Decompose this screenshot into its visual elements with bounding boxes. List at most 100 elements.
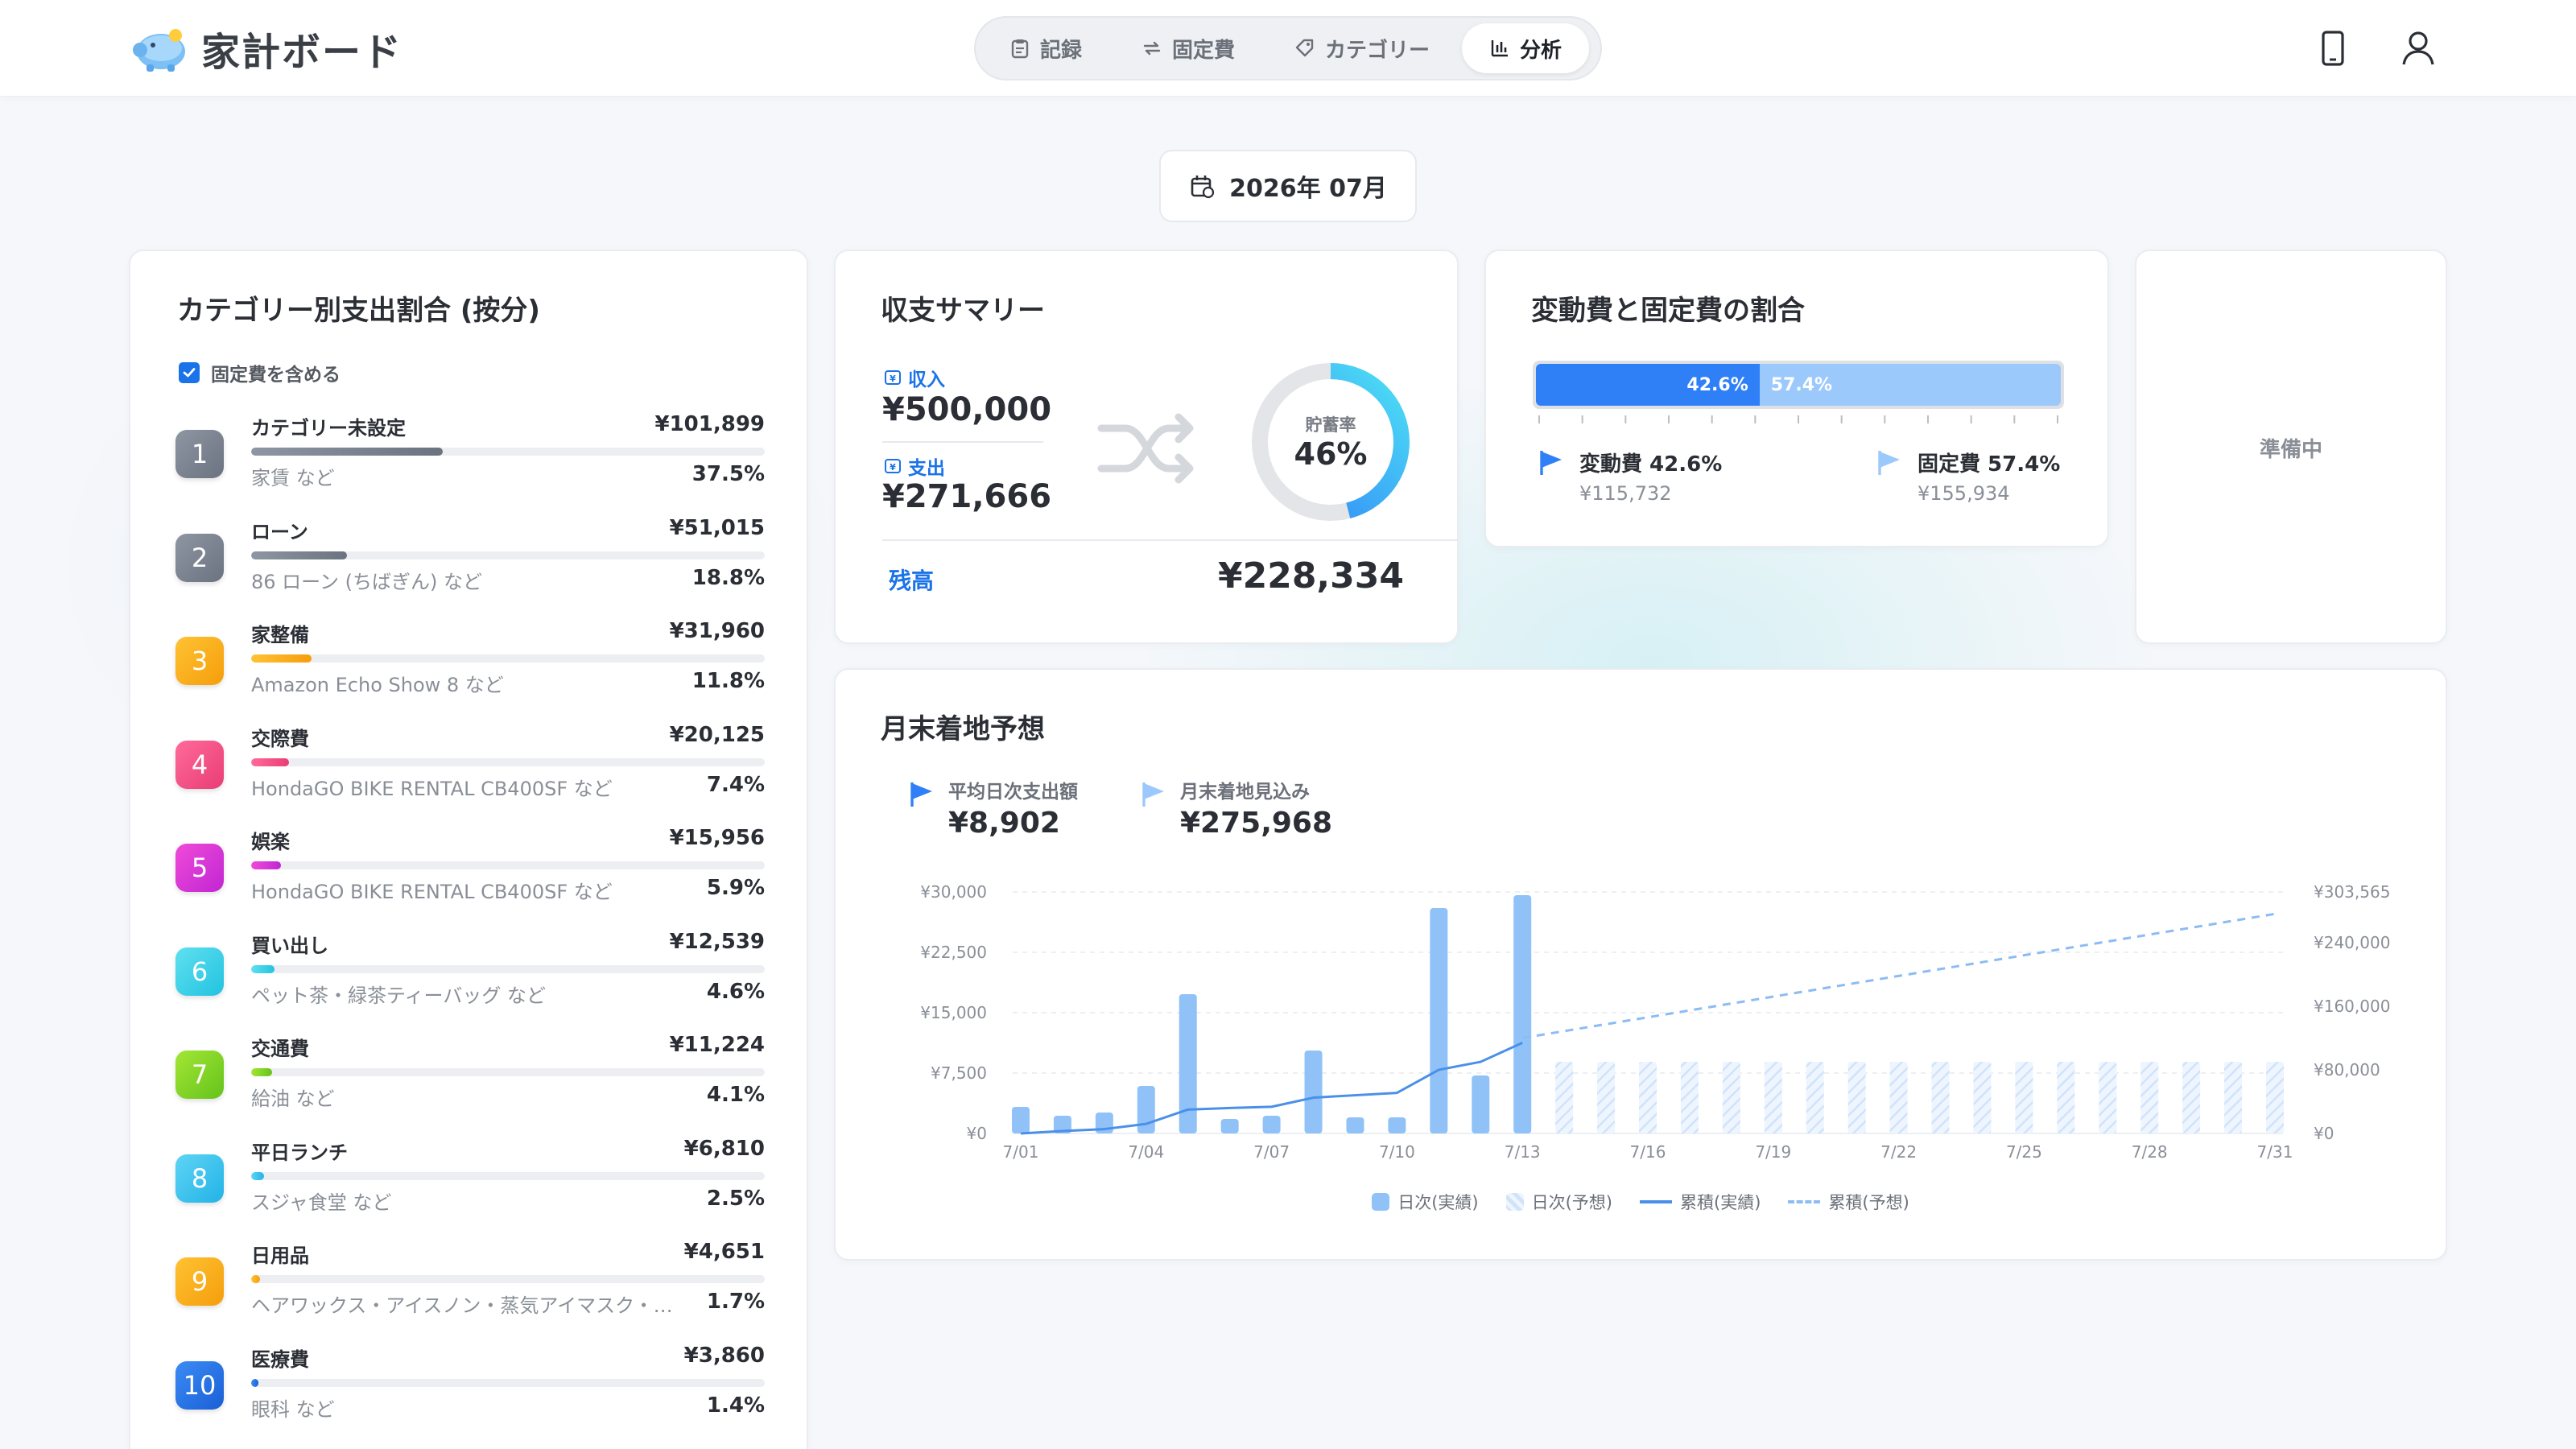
legend-daily-actual[interactable]: 日次(実績) <box>1372 1190 1479 1214</box>
category-row[interactable]: 8 平日ランチ ¥6,810 スジャ食堂 など 2.5% <box>175 1137 765 1225</box>
fixed-cost-amount: ¥155,934 <box>1918 482 2010 505</box>
category-row[interactable]: 9 日用品 ¥4,651 ヘアワックス・アイスノン・蒸気アイマスク・… 1.7% <box>175 1240 765 1328</box>
category-percent: 1.4% <box>706 1393 765 1418</box>
daily-forecast-bar <box>1764 1061 1782 1133</box>
mobile-device-icon[interactable] <box>2312 27 2354 69</box>
y-left-tick-label: ¥0 <box>967 1124 987 1143</box>
rank-number: 8 <box>191 1162 208 1194</box>
category-card-title: カテゴリー別支出割合 (按分) <box>177 295 540 327</box>
include-fixed-checkbox[interactable] <box>179 362 200 383</box>
category-row[interactable]: 1 カテゴリー未設定 ¥101,899 家賃 など 37.5% <box>175 412 765 501</box>
tab-analysis[interactable]: 分析 <box>1462 23 1590 73</box>
category-amount: ¥51,015 <box>669 515 765 540</box>
category-row[interactable]: 4 交際費 ¥20,125 HondaGO BIKE RENTAL CB400SF な… <box>175 723 765 811</box>
x-tick-label: 7/01 <box>1003 1142 1039 1162</box>
flag-icon <box>1878 451 1900 475</box>
clipboard-icon <box>1011 39 1029 59</box>
category-name: 交通費 <box>251 1038 309 1060</box>
category-share-fill <box>251 551 348 559</box>
variable-cost-amount: ¥115,732 <box>1579 482 1672 505</box>
variable-cost-segment: 42.6% <box>1536 364 1760 406</box>
y-left-tick-label: ¥22,500 <box>920 943 987 962</box>
yen-wallet-icon: ¥ <box>885 370 901 385</box>
daily-actual-bar <box>1513 895 1532 1133</box>
rank-badge: 6 <box>175 947 224 996</box>
daily-actual-bar <box>1012 1107 1030 1133</box>
category-row[interactable]: 7 交通費 ¥11,224 給油 など 4.1% <box>175 1033 765 1121</box>
category-share-bar <box>251 448 765 456</box>
rank-badge: 8 <box>175 1154 224 1203</box>
tab-category[interactable]: カテゴリー <box>1267 23 1457 73</box>
daily-actual-bar <box>1472 1075 1490 1133</box>
category-percent: 4.6% <box>706 979 765 1004</box>
month-selector[interactable]: 2026年 07月 <box>1159 150 1417 222</box>
piggy-bank-icon <box>133 29 185 72</box>
legend-daily-forecast[interactable]: 日次(予想) <box>1505 1190 1612 1214</box>
rank-badge: 3 <box>175 637 224 685</box>
daily-forecast-bar <box>2057 1061 2075 1133</box>
rank-number: 9 <box>191 1266 208 1297</box>
x-tick-label: 7/07 <box>1253 1142 1290 1162</box>
daily-forecast-bar <box>1889 1061 1908 1133</box>
flag-icon <box>1540 451 1562 475</box>
category-percent: 18.8% <box>691 565 765 590</box>
category-expense-card: カテゴリー別支出割合 (按分) 固定費を含める 1 カテゴリー未設定 ¥101,89… <box>129 250 808 1449</box>
category-name: 娯楽 <box>251 831 290 853</box>
legend-swatch-daily-actual <box>1372 1193 1390 1211</box>
category-percent: 1.7% <box>706 1290 765 1314</box>
savings-rate-value: 46% <box>1294 436 1368 472</box>
category-amount: ¥101,899 <box>654 412 765 436</box>
category-row[interactable]: 3 家整備 ¥31,960 Amazon Echo Show 8 など 11.8% <box>175 619 765 708</box>
category-percent: 4.1% <box>706 1083 765 1107</box>
category-percent: 7.4% <box>706 772 765 797</box>
category-share-fill <box>251 964 275 973</box>
legend-swatch-cum-actual <box>1640 1200 1672 1203</box>
svg-text:¥: ¥ <box>890 462 896 473</box>
category-example: Amazon Echo Show 8 など <box>251 674 504 696</box>
legend-cum-actual-label: 累積(実績) <box>1680 1193 1761 1212</box>
category-amount: ¥12,539 <box>669 929 765 954</box>
daily-actual-bar <box>1430 908 1448 1133</box>
category-row[interactable]: 10 医療費 ¥3,860 眼科 など 1.4% <box>175 1344 765 1432</box>
rank-number: 4 <box>191 749 208 780</box>
daily-actual-bar <box>1137 1086 1155 1133</box>
legend-daily-forecast-label: 日次(予想) <box>1531 1193 1612 1212</box>
fixed-cost-legend: 固定費 57.4% ¥155,934 <box>1876 448 2060 505</box>
app-header: 家計ボード 記録 固定費 カテゴリー 分析 <box>0 0 2576 97</box>
tab-record[interactable]: 記録 <box>982 23 1109 73</box>
legend-cum-forecast[interactable]: 累積(予想) <box>1788 1190 1909 1214</box>
pending-label: 準備中 <box>2259 438 2322 462</box>
app-logo[interactable]: 家計ボード <box>129 21 402 76</box>
category-percent: 37.5% <box>691 462 765 486</box>
x-tick-label: 7/31 <box>2257 1142 2293 1162</box>
rank-number: 6 <box>191 956 208 987</box>
include-fixed-label: 固定費を含める <box>211 365 341 386</box>
category-row[interactable]: 2 ローン ¥51,015 86 ローン (ちばぎん) など 18.8% <box>175 516 765 605</box>
category-share-fill <box>251 1378 258 1387</box>
variable-fixed-ratio-card: 変動費と固定費の割合 42.6% 57.4% 変動費 42.6% ¥115,73… <box>1484 250 2109 547</box>
tab-fixed-costs[interactable]: 固定費 <box>1114 23 1262 73</box>
rank-badge: 7 <box>175 1051 224 1099</box>
category-amount: ¥6,810 <box>683 1136 765 1161</box>
ratio-title: 変動費と固定費の割合 <box>1531 295 1805 327</box>
expense-value: ¥271,666 <box>882 478 1052 515</box>
category-row[interactable]: 5 娯楽 ¥15,956 HondaGO BIKE RENTAL CB400SF など… <box>175 826 765 914</box>
rank-badge: 2 <box>175 533 224 582</box>
variable-cost-label: 変動費 42.6% <box>1579 452 1723 477</box>
repeat-icon <box>1143 41 1161 56</box>
daily-forecast-bar <box>1597 1061 1616 1133</box>
category-name: ローン <box>251 520 308 543</box>
category-share-bar <box>251 758 765 766</box>
category-row[interactable]: 6 買い出し ¥12,539 ペット茶・緑茶ティーバッグ など 4.6% <box>175 930 765 1018</box>
include-fixed-checkbox-row[interactable]: 固定費を含める <box>179 359 341 386</box>
y-right-tick-label: ¥0 <box>2314 1124 2334 1143</box>
income-divider <box>882 441 1043 443</box>
month-label: 2026年 07月 <box>1229 175 1387 203</box>
bar-chart-icon <box>1491 40 1509 57</box>
user-account-icon[interactable] <box>2397 27 2439 69</box>
daily-forecast-bar <box>2224 1061 2243 1133</box>
category-percent: 5.9% <box>706 876 765 900</box>
category-share-bar <box>251 654 765 663</box>
legend-cum-actual[interactable]: 累積(実績) <box>1640 1190 1761 1214</box>
category-share-bar <box>251 861 765 869</box>
